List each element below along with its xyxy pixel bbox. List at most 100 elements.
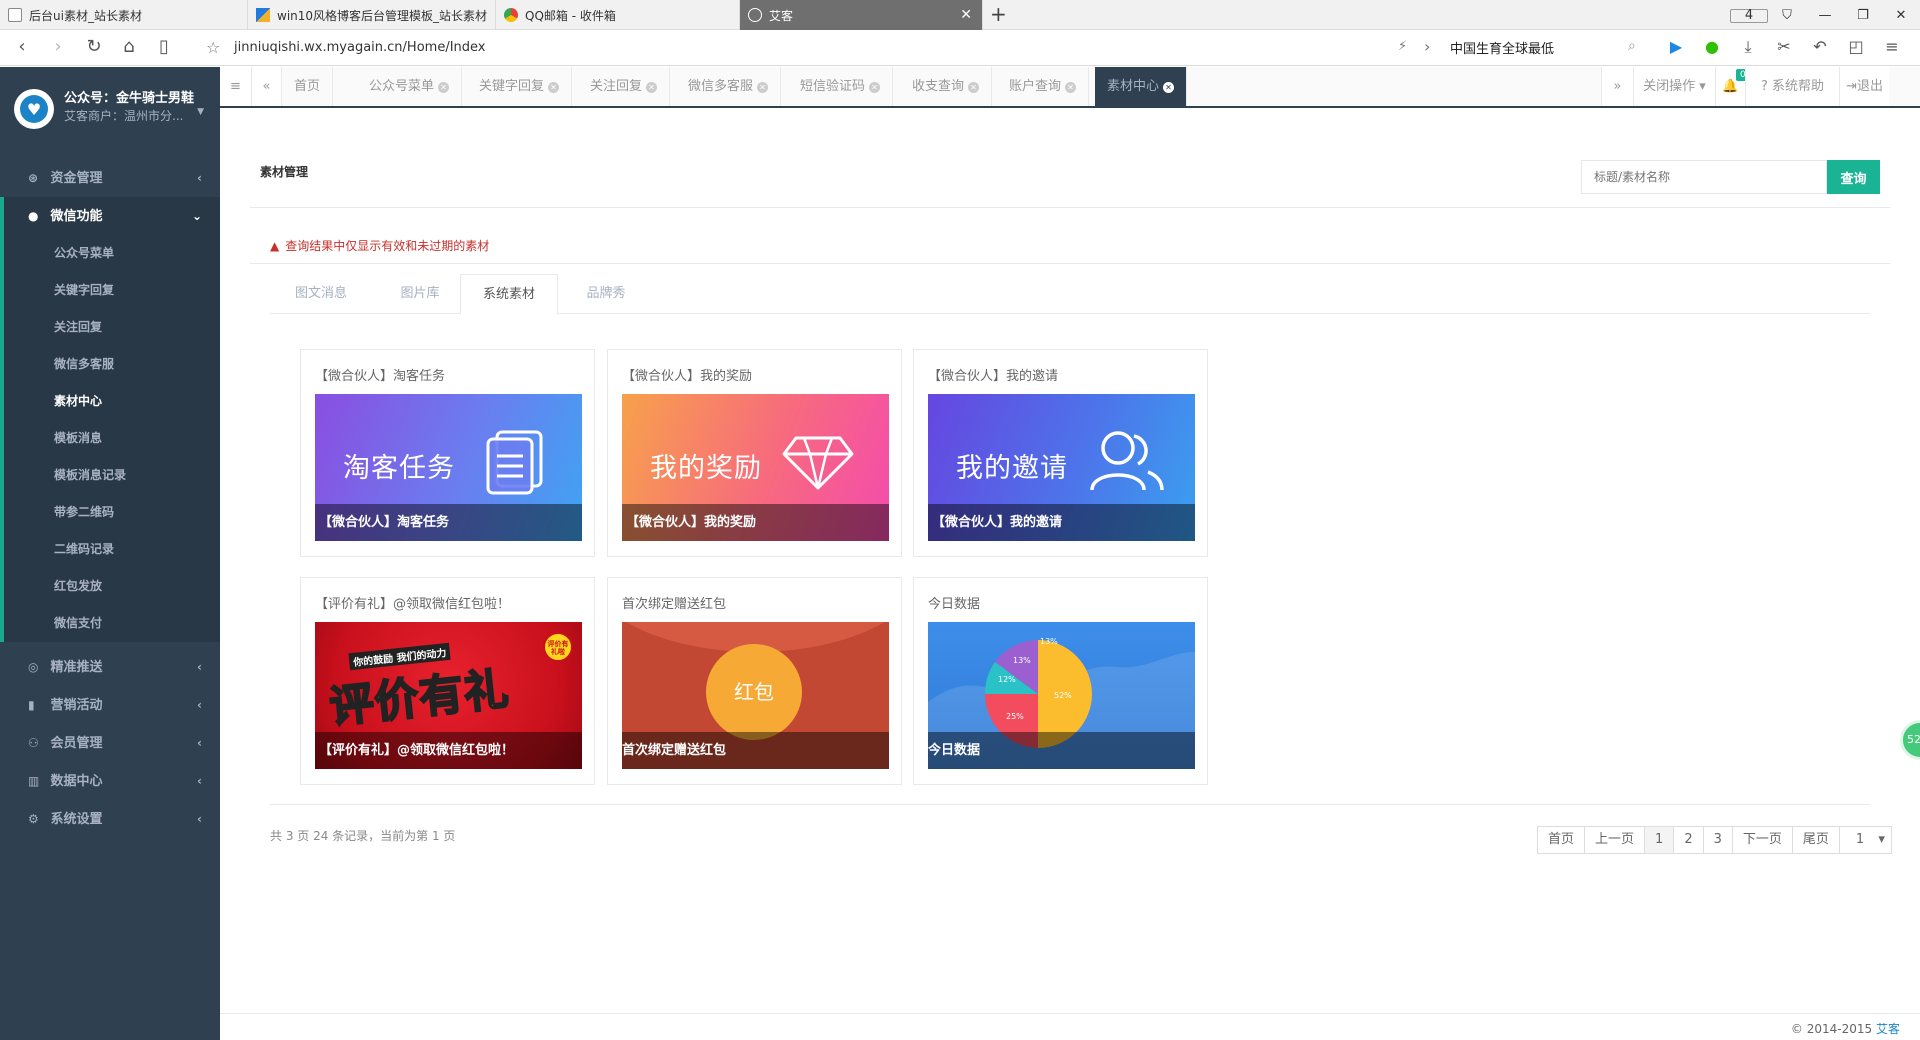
reload-icon[interactable]: ↻ — [82, 37, 106, 57]
tab-news[interactable]: 图文消息 — [270, 274, 372, 314]
content-tab-active[interactable]: 素材中心 ✕ — [1095, 67, 1188, 106]
scroll-left-icon[interactable]: « — [252, 67, 282, 106]
sidebar-subitem-active[interactable]: 素材中心 — [4, 383, 220, 420]
hamburger-icon[interactable]: ≡ — [220, 67, 252, 106]
bookmark-star-icon[interactable]: ☆ — [206, 38, 220, 57]
back-icon[interactable]: ‹ — [10, 37, 34, 57]
scissors-icon[interactable]: ✂ — [1766, 36, 1802, 58]
flash-icon[interactable]: ⚡ — [1398, 39, 1407, 54]
url-field[interactable]: jinniuqishi.wx.myagain.cn/Home/Index — [234, 40, 485, 55]
logout-button[interactable]: ⇥退出 — [1839, 67, 1889, 106]
page-select[interactable]: 1 ▾ — [1839, 827, 1891, 853]
sidebar-subitem[interactable]: 二维码记录 — [4, 531, 220, 568]
sidebar-subitem[interactable]: 红包发放 — [4, 568, 220, 605]
card-image[interactable]: 13% 13% 12% 25% 52% 今日数据 — [928, 622, 1195, 769]
forward-icon[interactable]: › — [46, 37, 70, 57]
tab-images[interactable]: 图片库 — [372, 274, 468, 314]
sidebar-item-funds[interactable]: ⊛ 资金管理 ‹ — [0, 159, 220, 197]
close-icon[interactable]: ✕ — [438, 82, 450, 93]
restore-icon[interactable]: ❐ — [1844, 8, 1882, 23]
content-tab[interactable]: 关键字回复 ✕ — [467, 67, 573, 106]
sidebar-subitem[interactable]: 带参二维码 — [4, 494, 220, 531]
chevron-right-icon[interactable]: › — [1424, 37, 1430, 56]
card-image[interactable]: 红包 首次绑定赠送红包 — [622, 622, 889, 769]
sidebar-subitem[interactable]: 关键字回复 — [4, 272, 220, 309]
new-tab-button[interactable]: + — [990, 2, 1007, 26]
undo-icon[interactable]: ↶ — [1802, 36, 1838, 58]
browser-tab[interactable]: win10风格博客后台管理模板_站长素材 — [248, 0, 496, 30]
material-card[interactable]: 【微合伙人】我的邀请 我的邀请 【微合伙人】我的邀请 — [913, 349, 1208, 557]
search-button[interactable]: 查询 — [1827, 160, 1880, 194]
card-image[interactable]: 淘客任务 【微合伙人】淘客任务 — [315, 394, 582, 541]
shirt-icon[interactable]: ⛉ — [1768, 8, 1806, 23]
sidebar-item-wechat[interactable]: ● 微信功能 ⌄ — [4, 197, 220, 235]
close-tab-icon[interactable]: ✕ — [960, 7, 972, 23]
content-tab[interactable]: 首页 — [282, 67, 334, 106]
caret-down-icon[interactable]: ▼ — [197, 107, 204, 117]
material-card[interactable]: 【评价有礼】@领取微信红包啦！ 你的鼓励 我们的动力 评价有礼 评价有礼啦 【评… — [300, 577, 595, 785]
material-card[interactable]: 首次绑定赠送红包 红包 首次绑定赠送红包 — [607, 577, 902, 785]
close-window-icon[interactable]: ✕ — [1882, 8, 1920, 23]
content-tab[interactable]: 短信验证码 ✕ — [788, 67, 894, 106]
browser-tab-active[interactable]: 艾客 ✕ — [740, 0, 983, 30]
sidebar-item-members[interactable]: ⚇ 会员管理 ‹ — [0, 724, 220, 762]
minimize-icon[interactable]: — — [1806, 8, 1844, 23]
close-icon[interactable]: ✕ — [757, 82, 769, 93]
tab-count-button[interactable]: 4 — [1730, 8, 1768, 23]
wechat-icon[interactable]: ● — [1694, 36, 1730, 58]
notifications-button[interactable]: 🔔 0 — [1715, 67, 1750, 106]
sidebar-subitem[interactable]: 模板消息 — [4, 420, 220, 457]
avatar[interactable]: ♥ — [14, 89, 54, 129]
content-tab[interactable]: 收支查询 ✕ — [900, 67, 993, 106]
download-icon[interactable]: ⤓ — [1730, 36, 1766, 58]
sidebar-subitem[interactable]: 模板消息记录 — [4, 457, 220, 494]
last-page-button[interactable]: 尾页 — [1792, 827, 1840, 853]
footer-brand-link[interactable]: 艾客 — [1876, 1022, 1900, 1036]
reader-icon[interactable]: ▯ — [152, 37, 176, 57]
sidebar-subitem[interactable]: 关注回复 — [4, 309, 220, 346]
close-icon[interactable]: ✕ — [968, 82, 980, 93]
tab-system-materials[interactable]: 系统素材 — [460, 274, 558, 315]
sidebar-subitem[interactable]: 微信支付 — [4, 605, 220, 642]
page-button[interactable]: 2 — [1674, 827, 1704, 853]
sidebar-subitem[interactable]: 公众号菜单 — [4, 235, 220, 272]
browser-tab[interactable]: QQ邮箱 - 收件箱 — [496, 0, 740, 30]
sidebar-item-data[interactable]: ▥ 数据中心 ‹ — [0, 762, 220, 800]
content-tab[interactable]: 关注回复 ✕ — [578, 67, 671, 106]
close-icon[interactable]: ✕ — [646, 82, 658, 93]
material-card[interactable]: 【微合伙人】淘客任务 淘客任务 【微合伙人】淘客任务 — [300, 349, 595, 557]
play-icon[interactable]: ▶ — [1658, 36, 1694, 58]
page-button[interactable]: 3 — [1703, 827, 1733, 853]
menu-icon[interactable]: ≡ — [1874, 36, 1910, 58]
sidebar-subitem[interactable]: 微信多客服 — [4, 346, 220, 383]
close-icon[interactable]: ✕ — [1065, 82, 1077, 93]
sidebar-item-settings[interactable]: ⚙ 系统设置 ‹ — [0, 800, 220, 838]
floating-chat-bubble[interactable]: 52 — [1900, 720, 1920, 760]
search-input[interactable] — [1581, 160, 1827, 194]
bag-icon[interactable]: ◰ — [1838, 36, 1874, 58]
browser-search-field[interactable]: 中国生育全球最低 — [1450, 38, 1554, 57]
scroll-right-icon[interactable]: » — [1601, 67, 1633, 106]
content-tab[interactable]: 账户查询 ✕ — [997, 67, 1090, 106]
tab-brand-show[interactable]: 品牌秀 — [558, 274, 654, 314]
first-page-button[interactable]: 首页 — [1538, 827, 1586, 853]
card-image[interactable]: 你的鼓励 我们的动力 评价有礼 评价有礼啦 【评价有礼】@领取微信红包啦！ — [315, 622, 582, 769]
content-tab[interactable]: 微信多客服 ✕ — [676, 67, 782, 106]
home-icon[interactable]: ⌂ — [117, 37, 141, 57]
profile-subtitle[interactable]: 艾客商户：温州市分... — [64, 107, 183, 124]
close-icon[interactable]: ✕ — [869, 82, 881, 93]
page-button[interactable]: 1 — [1645, 827, 1675, 853]
content-tab[interactable]: 公众号菜单 ✕ — [357, 67, 463, 106]
material-card[interactable]: 今日数据 13% 13% 12% 25% 52% 今日数据 — [913, 577, 1208, 785]
next-page-button[interactable]: 下一页 — [1732, 827, 1793, 853]
card-image[interactable]: 我的邀请 【微合伙人】我的邀请 — [928, 394, 1195, 541]
close-ops-dropdown[interactable]: 关闭操作 ▾ — [1633, 67, 1715, 106]
close-icon[interactable]: ✕ — [548, 82, 560, 93]
search-icon[interactable]: ⌕ — [1628, 38, 1636, 54]
close-icon[interactable]: ✕ — [1163, 82, 1175, 93]
help-button[interactable]: ? 系统帮助 — [1745, 67, 1839, 106]
sidebar-item-marketing[interactable]: ▮ 营销活动 ‹ — [0, 686, 220, 724]
browser-tab[interactable]: 后台ui素材_站长素材 — [0, 0, 248, 30]
card-image[interactable]: 我的奖励 【微合伙人】我的奖励 — [622, 394, 889, 541]
prev-page-button[interactable]: 上一页 — [1585, 827, 1646, 853]
